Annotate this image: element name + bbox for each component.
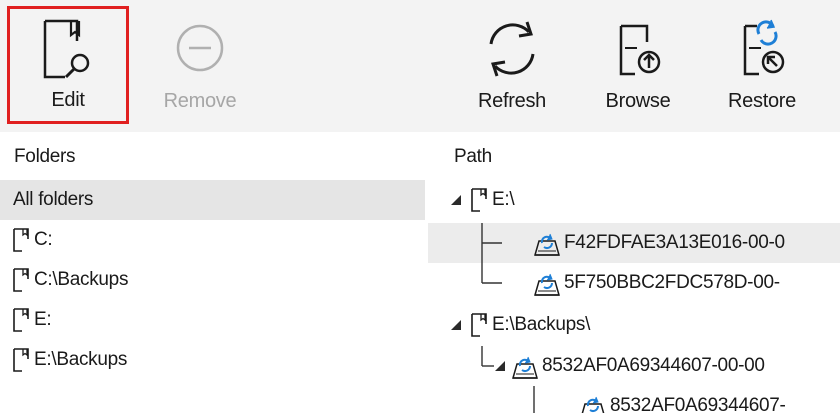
folder-item-c[interactable]: C: bbox=[0, 220, 425, 260]
browse-button[interactable]: Browse bbox=[588, 8, 688, 124]
folder-item-label: C: bbox=[34, 229, 53, 250]
document-icon bbox=[471, 313, 487, 337]
tree-node-backup-4[interactable]: 8532AF0A69344607- bbox=[428, 386, 840, 413]
tree-node-label: F42FDFAE3A13E016-00-0 bbox=[564, 232, 785, 253]
tree-node-backup-2[interactable]: 5F750BBC2FDC578D-00- bbox=[428, 263, 840, 303]
backup-drive-icon bbox=[581, 396, 605, 413]
remove-circle-icon bbox=[176, 24, 224, 72]
document-icon bbox=[471, 188, 487, 212]
folder-item-label: E:\Backups bbox=[34, 349, 128, 370]
folder-item-label: All folders bbox=[13, 189, 94, 210]
collapse-triangle-icon[interactable] bbox=[450, 319, 462, 331]
document-icon bbox=[13, 348, 29, 372]
restore-button-label: Restore bbox=[728, 90, 796, 112]
path-tree: E:\ F42FDFAE3A13E016-00-0 5F750BBC2FDC57… bbox=[428, 178, 840, 413]
tree-node-label: E:\Backups\ bbox=[492, 314, 591, 335]
remove-button-label: Remove bbox=[163, 90, 237, 112]
edit-button-label: Edit bbox=[51, 89, 85, 111]
tree-node-backup-1[interactable]: F42FDFAE3A13E016-00-0 bbox=[428, 223, 840, 263]
edit-button[interactable]: Edit bbox=[7, 6, 129, 124]
browse-button-label: Browse bbox=[605, 90, 671, 112]
backup-drive-icon bbox=[512, 356, 538, 379]
backup-drive-icon bbox=[534, 233, 560, 256]
folders-column-header[interactable]: Folders bbox=[14, 146, 76, 168]
tree-node-label: 8532AF0A69344607- bbox=[610, 395, 786, 413]
remove-button[interactable]: Remove bbox=[145, 8, 255, 124]
browse-document-icon bbox=[619, 24, 661, 76]
restore-document-icon bbox=[743, 19, 785, 76]
tree-node-label: 5F750BBC2FDC578D-00- bbox=[564, 272, 780, 293]
folder-item-e-backups[interactable]: E:\Backups bbox=[0, 340, 425, 380]
tree-node-e-backups[interactable]: E:\Backups\ bbox=[428, 305, 840, 345]
refresh-icon bbox=[489, 21, 535, 77]
refresh-button[interactable]: Refresh bbox=[462, 8, 562, 124]
tree-node-backup-3[interactable]: 8532AF0A69344607-00-00 bbox=[428, 346, 840, 386]
tree-node-e-root[interactable]: E:\ bbox=[428, 180, 840, 220]
tree-node-label: 8532AF0A69344607-00-00 bbox=[542, 355, 765, 376]
folder-item-label: C:\Backups bbox=[34, 269, 129, 290]
folder-item-label: E: bbox=[34, 309, 52, 330]
document-icon bbox=[13, 308, 29, 332]
collapse-triangle-icon[interactable] bbox=[450, 194, 462, 206]
refresh-button-label: Refresh bbox=[478, 90, 546, 112]
backup-drive-icon bbox=[534, 273, 560, 296]
folder-item-c-backups[interactable]: C:\Backups bbox=[0, 260, 425, 300]
folder-item-all-folders[interactable]: All folders bbox=[0, 180, 425, 220]
tree-connector-icon bbox=[481, 223, 502, 263]
folder-item-e[interactable]: E: bbox=[0, 300, 425, 340]
tree-connector-icon bbox=[533, 386, 535, 413]
toolbar: Edit Remove Refresh Browse Restore bbox=[0, 0, 840, 132]
restore-button[interactable]: Restore bbox=[712, 8, 812, 124]
edit-document-search-icon bbox=[43, 19, 90, 79]
document-icon bbox=[13, 228, 29, 252]
folder-list: All folders C: C:\Backups E: E:\Backups bbox=[0, 180, 425, 380]
document-icon bbox=[13, 268, 29, 292]
tree-connector-icon bbox=[481, 263, 502, 284]
collapse-triangle-icon[interactable] bbox=[494, 360, 506, 372]
path-column-header[interactable]: Path bbox=[454, 146, 492, 168]
tree-node-label: E:\ bbox=[492, 189, 515, 210]
